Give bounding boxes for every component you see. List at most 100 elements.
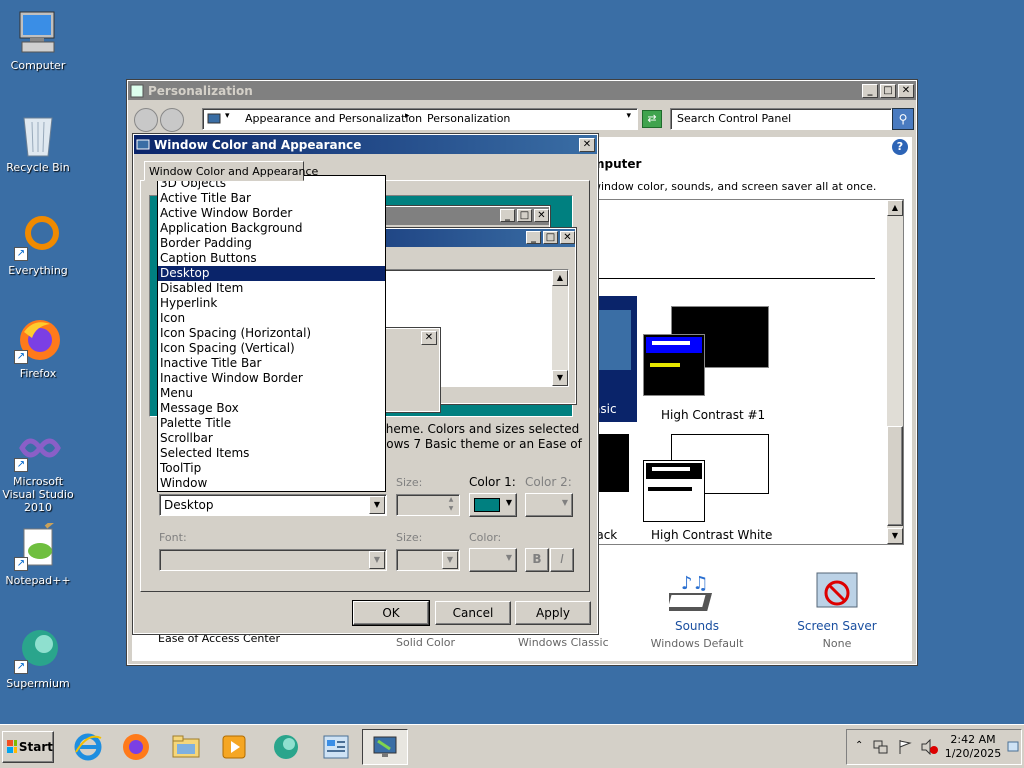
show-hidden-icons-icon[interactable]: ⌃	[855, 740, 863, 751]
info-text-line1: s theme. Colors and sizes selected	[371, 422, 580, 436]
desktop-icon-notepadpp[interactable]: ↗ Notepad++	[0, 515, 78, 587]
volume-muted-icon[interactable]	[921, 739, 939, 755]
back-button[interactable]	[134, 108, 158, 132]
apply-button[interactable]: Apply	[515, 601, 591, 625]
network-icon[interactable]	[873, 739, 889, 755]
search-input[interactable]: Search Control Panel	[670, 108, 892, 130]
taskbar-control-panel[interactable]	[314, 729, 358, 765]
start-button[interactable]: Start	[2, 731, 54, 763]
show-desktop-icon	[1007, 741, 1019, 752]
ok-button[interactable]: OK	[352, 600, 430, 626]
search-button[interactable]: ⚲	[892, 108, 914, 130]
desktop-icon-label: Recycle Bin	[6, 161, 70, 174]
chevron-down-icon: ▼	[561, 498, 568, 507]
dropdown-option[interactable]: Inactive Window Border	[158, 371, 385, 386]
desktop-icon-supermium[interactable]: ↗ Supermium	[0, 626, 78, 690]
taskbar-supermium[interactable]	[266, 729, 306, 765]
dropdown-option[interactable]: Scrollbar	[158, 431, 385, 446]
personalization-titlebar[interactable]: Personalization _ □ ✕	[128, 81, 916, 100]
close-button[interactable]: ✕	[898, 83, 914, 98]
dropdown-option[interactable]: Selected Items	[158, 446, 385, 461]
dropdown-option[interactable]: Border Padding	[158, 236, 385, 251]
shortcut-arrow-icon: ↗	[14, 350, 28, 364]
dropdown-option[interactable]: ToolTip	[158, 461, 385, 476]
chevron-down-icon: ▼	[369, 551, 385, 569]
dropdown-option[interactable]: Disabled Item	[158, 281, 385, 296]
dropdown-option[interactable]: Caption Buttons	[158, 251, 385, 266]
dropdown-option[interactable]: Window	[158, 476, 385, 491]
sounds-link[interactable]: Sounds	[642, 619, 752, 633]
gallery-scrollbar[interactable]: ▲ ▼	[887, 200, 903, 544]
address-bar[interactable]: ▾ Appearance and Personalization ▸ Perso…	[202, 108, 638, 130]
chevron-down-icon[interactable]: ▼	[369, 496, 385, 514]
show-desktop-button[interactable]	[1007, 732, 1019, 762]
dropdown-option[interactable]: Icon	[158, 311, 385, 326]
search-placeholder: Search Control Panel	[677, 112, 792, 125]
dropdown-option[interactable]: Palette Title	[158, 416, 385, 431]
dialog-titlebar[interactable]: Window Color and Appearance ✕	[134, 135, 597, 154]
address-toolbar: ▾ Appearance and Personalization ▸ Perso…	[132, 105, 914, 133]
forward-button[interactable]	[160, 108, 184, 132]
address-dropdown-icon[interactable]: ▾	[626, 111, 631, 121]
desktop-icon-label: Everything	[8, 264, 68, 277]
desktop-icon-recycle-bin[interactable]: Recycle Bin	[0, 110, 78, 174]
taskbar-ie[interactable]	[68, 729, 108, 765]
scroll-thumb[interactable]	[887, 426, 903, 526]
clock[interactable]: 2:42 AM 1/20/2025	[943, 733, 1003, 761]
page-heading: mputer	[592, 157, 642, 171]
refresh-button[interactable]: ⇄	[642, 110, 662, 128]
taskbar-firefox[interactable]	[116, 729, 156, 765]
dropdown-option[interactable]: Icon Spacing (Vertical)	[158, 341, 385, 356]
scroll-down-button[interactable]: ▼	[887, 528, 903, 544]
desktop-icon-visual-studio[interactable]: ↗ Microsoft Visual Studio 2010	[0, 424, 78, 514]
control-panel-icon	[323, 735, 349, 759]
help-icon[interactable]: ?	[892, 139, 908, 155]
italic-button: I	[550, 548, 574, 572]
dropdown-option[interactable]: Message Box	[158, 401, 385, 416]
screen-saver-item[interactable]: Screen Saver None	[782, 567, 892, 650]
maximize-button[interactable]: □	[880, 83, 896, 98]
clock-date: 1/20/2025	[944, 747, 1002, 760]
theme-high-contrast-black[interactable]: lack	[593, 432, 633, 542]
item-select[interactable]: Desktop ▼	[159, 494, 387, 516]
theme-windows-basic[interactable]: asic	[593, 296, 637, 422]
dropdown-option[interactable]: Active Window Border	[158, 206, 385, 221]
item-dropdown-list[interactable]: 3D Objects Active Title Bar Active Windo…	[157, 175, 386, 492]
dialog-close-button[interactable]: ✕	[579, 137, 595, 152]
dropdown-option[interactable]: Application Background	[158, 221, 385, 236]
visual-studio-icon: ↗	[14, 424, 62, 472]
media-player-icon	[222, 735, 246, 759]
breadcrumb-item[interactable]: Appearance and Personalization	[245, 112, 422, 125]
info-text-line2: ndows 7 Basic theme or an Ease of	[371, 437, 582, 451]
color1-picker[interactable]: ▼	[469, 493, 517, 517]
minimize-button[interactable]: _	[862, 83, 878, 98]
dialog-title: Window Color and Appearance	[154, 137, 362, 152]
dropdown-option[interactable]: Hyperlink	[158, 296, 385, 311]
gallery-divider	[593, 278, 875, 279]
dropdown-option[interactable]: Active Title Bar	[158, 191, 385, 206]
sounds-item[interactable]: ♪♫ Sounds Windows Default	[642, 567, 752, 650]
folder-icon	[172, 735, 200, 758]
screen-saver-link[interactable]: Screen Saver	[782, 619, 892, 633]
font-size-select: ▼	[396, 549, 460, 571]
taskbar-explorer[interactable]	[166, 729, 206, 765]
desktop-icon-everything[interactable]: ↗ Everything	[0, 213, 78, 277]
breadcrumb-item[interactable]: Personalization	[427, 112, 510, 125]
scroll-up-button[interactable]: ▲	[887, 200, 903, 216]
dropdown-option[interactable]: Menu	[158, 386, 385, 401]
theme-high-contrast-white[interactable]: High Contrast White	[643, 432, 783, 542]
desktop-icon-computer[interactable]: Computer	[0, 8, 78, 72]
shortcut-arrow-icon: ↗	[14, 458, 28, 472]
dropdown-option-selected[interactable]: Desktop	[158, 266, 385, 281]
desktop-icon-firefox[interactable]: ↗ Firefox	[0, 316, 78, 380]
dropdown-option[interactable]: Inactive Title Bar	[158, 356, 385, 371]
theme-high-contrast-1[interactable]: High Contrast #1	[643, 304, 775, 422]
tab-window-color[interactable]: Window Color and Appearance	[144, 161, 318, 181]
cancel-button[interactable]: Cancel	[435, 601, 511, 625]
taskbar-media-player[interactable]	[214, 729, 254, 765]
shortcut-arrow-icon: ↗	[14, 247, 28, 261]
computer-icon	[14, 8, 62, 56]
taskbar-personalization[interactable]	[362, 729, 408, 765]
action-center-flag-icon[interactable]	[897, 739, 913, 755]
dropdown-option[interactable]: Icon Spacing (Horizontal)	[158, 326, 385, 341]
